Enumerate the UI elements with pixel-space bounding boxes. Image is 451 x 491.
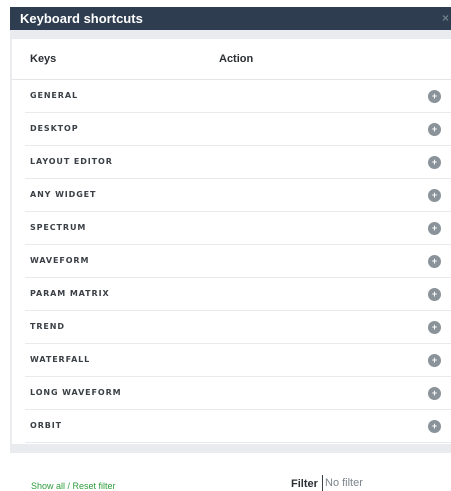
plus-circle-icon[interactable]: + [428,255,441,268]
shortcut-group-label: TREND [30,322,65,331]
column-header-keys: Keys [30,53,57,65]
plus-circle-icon[interactable]: + [428,123,441,136]
plus-circle-icon[interactable]: + [428,288,441,301]
shortcut-group-row[interactable]: LONG WAVEFORM + [25,377,451,410]
show-all-reset-filter-link[interactable]: Show all / Reset filter [31,481,116,491]
table-header: Keys Action [12,39,451,80]
plus-circle-icon[interactable]: + [428,321,441,334]
dialog-body: Keys Action GENERAL + DESKTOP + LAYOUT EDITO… [10,30,451,453]
plus-circle-icon[interactable]: + [428,189,441,202]
plus-circle-icon[interactable]: + [428,222,441,235]
dialog-footer: Show all / Reset filter Filter [0,453,451,491]
plus-circle-icon[interactable]: + [428,387,441,400]
shortcut-group-label: WAVEFORM [30,256,90,265]
shortcut-group-row[interactable]: SPECTRUM + [25,212,451,245]
filter-input[interactable] [322,475,450,491]
shortcut-group-row[interactable]: ORBIT + [25,410,451,443]
shortcut-group-row[interactable]: LAYOUT EDITOR + [25,146,451,179]
shortcut-group-label: LAYOUT EDITOR [30,157,113,166]
shortcut-group-row[interactable]: PARAM MATRIX + [25,278,451,311]
shortcut-group-row[interactable]: DESKTOP + [25,113,451,146]
shortcut-group-row[interactable]: TREND + [25,311,451,344]
shortcuts-table: Keys Action GENERAL + DESKTOP + LAYOUT EDITO… [12,39,451,444]
shortcut-group-row[interactable]: ANY WIDGET + [25,179,451,212]
shortcut-group-label: PARAM MATRIX [30,289,110,298]
shortcut-group-label: ANY WIDGET [30,190,97,199]
shortcut-group-row[interactable]: GENERAL + [25,80,451,113]
shortcut-group-label: WATERFALL [30,355,91,364]
column-header-action: Action [219,53,254,65]
shortcut-group-label: SPECTRUM [30,223,87,232]
shortcut-group-label: GENERAL [30,91,78,100]
plus-circle-icon[interactable]: + [428,156,441,169]
plus-circle-icon[interactable]: + [428,420,441,433]
shortcut-group-label: DESKTOP [30,124,79,133]
shortcut-group-label: LONG WAVEFORM [30,388,122,397]
shortcut-groups-list: GENERAL + DESKTOP + LAYOUT EDITOR + ANY WIDGET… [12,80,451,443]
plus-circle-icon[interactable]: + [428,90,441,103]
filter-label: Filter [291,478,318,490]
shortcut-group-row[interactable]: WATERFALL + [25,344,451,377]
plus-circle-icon[interactable]: + [428,354,441,367]
shortcut-group-row[interactable]: WAVEFORM + [25,245,451,278]
dialog-titlebar: Keyboard shortcuts × [10,7,451,30]
dialog-title: Keyboard shortcuts [20,11,143,26]
shortcut-group-label: ORBIT [30,421,62,430]
close-icon[interactable]: × [442,7,450,30]
